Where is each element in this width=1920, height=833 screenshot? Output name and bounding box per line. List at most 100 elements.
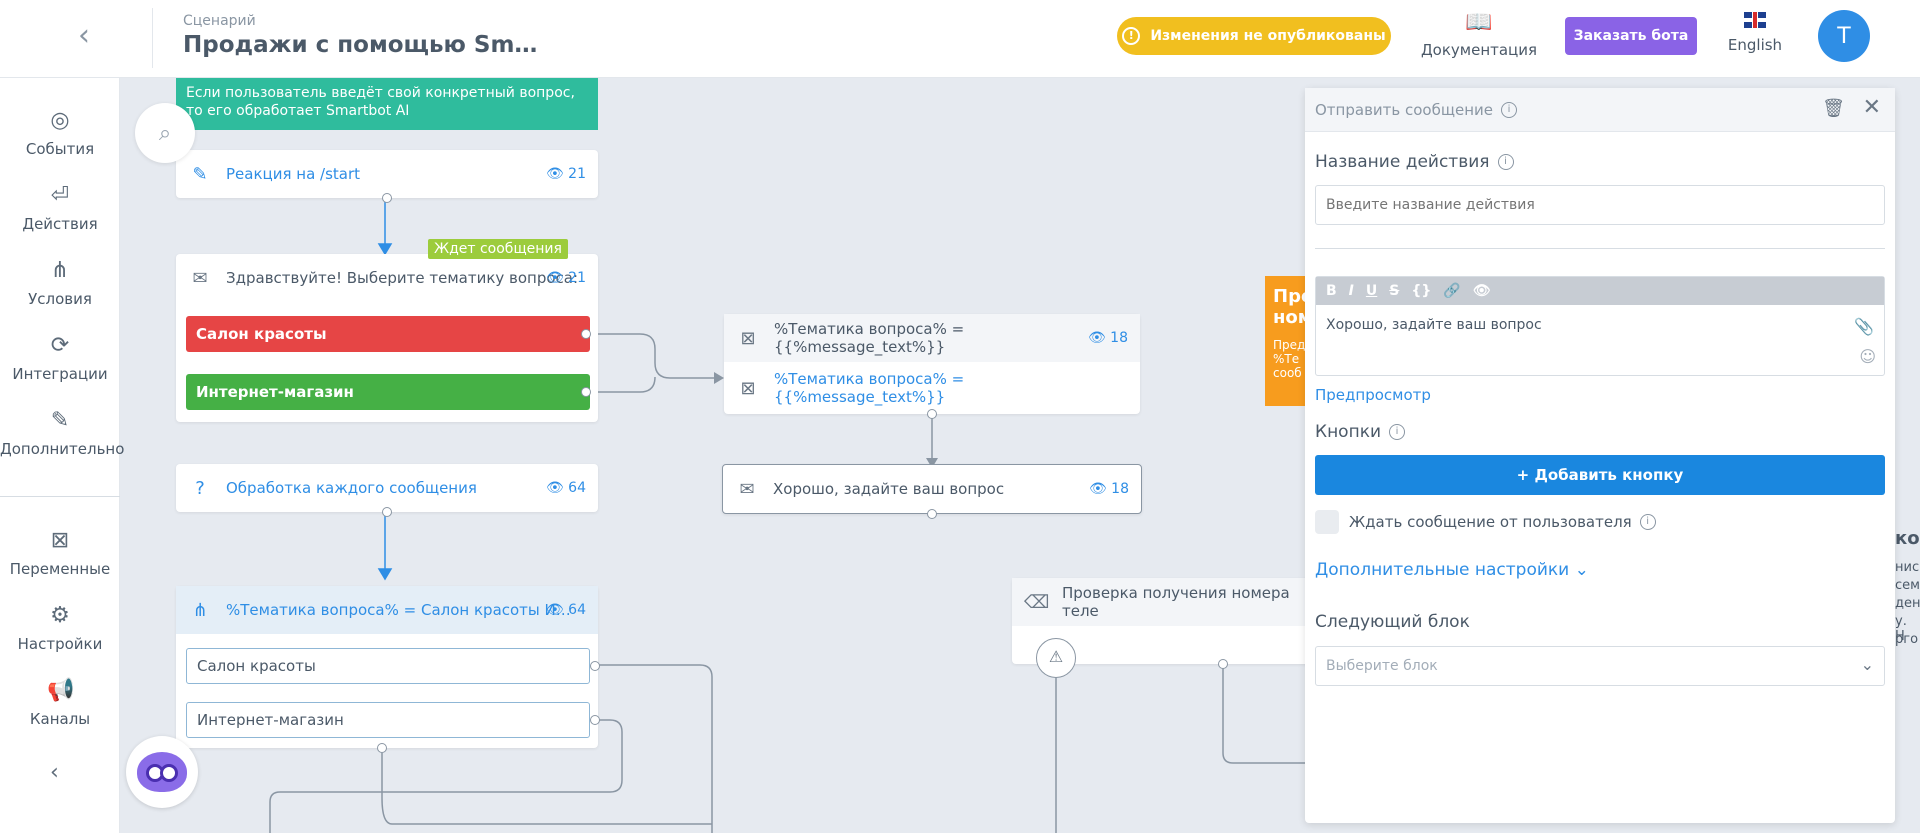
bold-icon[interactable]: B [1326, 283, 1337, 299]
language-label: English [1727, 36, 1783, 54]
sidebar-item-label: Переменные [9, 560, 111, 578]
strikethrough-icon[interactable]: S [1389, 283, 1399, 299]
option-button[interactable]: Интернет-магазин [186, 374, 590, 410]
greeting-node[interactable]: ✉ Здравствуйте! Выберите тематику вопрос… [176, 254, 598, 422]
peek-text: сем [1895, 578, 1920, 593]
sidebar-item-additional[interactable]: ✎ Дополнительно [0, 408, 124, 458]
add-button-button[interactable]: + Добавить кнопку [1315, 455, 1885, 495]
integrations-icon: ⟳ [50, 333, 70, 358]
pencil-icon: ✎ [192, 163, 208, 185]
output-port[interactable] [581, 329, 591, 339]
close-icon[interactable]: ✕ [1863, 95, 1881, 120]
sidebar-item-label: Интеграции [12, 365, 108, 383]
start-node[interactable]: ✎ Реакция на /start 👁 21 [176, 150, 598, 203]
chevron-down-icon: ⌄ [1860, 655, 1874, 674]
condition-node[interactable]: ⋔ %Тематика вопроса% = Салон красоты И… … [176, 586, 600, 753]
output-port[interactable] [927, 409, 937, 419]
collapse-sidebar-icon[interactable]: ‹ [50, 760, 59, 785]
info-icon[interactable]: i [1639, 514, 1656, 530]
back-icon[interactable]: ‹ [78, 21, 106, 51]
italic-icon[interactable]: I [1349, 283, 1354, 299]
peek-text: дени [1895, 596, 1920, 611]
sidebar-item-actions[interactable]: ⏎ Действия [0, 183, 120, 233]
message-editor[interactable]: B I U S {} 🔗 👁 Хорошо, задайте ваш вопро… [1315, 276, 1885, 376]
action-name-input[interactable] [1315, 185, 1885, 225]
unpublished-notice[interactable]: ! Изменения не опубликованы [1117, 17, 1391, 55]
variable-node[interactable]: ⊠ %Тематика вопроса% = {{%message_text%}… [724, 314, 1140, 419]
trash-icon[interactable]: 🗑 [1822, 98, 1845, 119]
output-port[interactable] [590, 715, 600, 725]
preview-link[interactable]: Предпросмотр [1315, 386, 1431, 404]
advanced-settings-link[interactable]: Дополнительные настройки ⌄ [1315, 560, 1589, 580]
output-port[interactable] [377, 743, 387, 753]
page-title[interactable]: Продажи с помощью Sm… [183, 32, 537, 58]
action-icon: ⏎ [50, 183, 70, 208]
sidebar-item-conditions[interactable]: ⋔ Условия [0, 258, 120, 308]
sidebar-item-integrations[interactable]: ⟳ Интеграции [0, 333, 120, 383]
divider [1315, 248, 1885, 249]
node-row: ⊠ %Тематика вопроса% = {{%message_text%}… [724, 364, 1140, 412]
peek-text: ко [1895, 528, 1920, 549]
underline-icon[interactable]: U [1366, 283, 1377, 299]
view-count: 👁 21 [545, 166, 586, 182]
sidebar-item-events[interactable]: ◎ События [0, 108, 120, 158]
info-icon[interactable]: i [1501, 101, 1517, 118]
language-switch[interactable]: English [1720, 12, 1790, 54]
search-icon[interactable]: ⌕ [135, 103, 195, 163]
assistant-robot-icon[interactable] [126, 736, 198, 808]
sidebar-item-settings[interactable]: ⚙ Настройки [0, 603, 120, 653]
docs-link[interactable]: 📖 Документация [1420, 10, 1538, 59]
view-count: 👁 64 [545, 480, 586, 496]
node-title: Здравствуйте! Выберите тематику вопроса: [226, 269, 579, 287]
next-block-select[interactable]: Выберите блок ⌄ [1315, 646, 1885, 686]
sidebar-item-channels[interactable]: 📢 Каналы [0, 678, 120, 728]
output-port[interactable] [581, 387, 591, 397]
output-port[interactable] [382, 507, 392, 517]
book-icon: 📖 [1465, 10, 1493, 35]
condition-option[interactable]: Интернет-магазин [186, 702, 590, 738]
divider [152, 8, 153, 68]
condition-option[interactable]: Салон красоты [186, 648, 590, 684]
view-count: 👁 21 [545, 270, 586, 286]
node-header: ⋔ %Тематика вопроса% = Салон красоты И… [176, 586, 598, 634]
phone-check-node[interactable]: ⌫ Проверка получения номера теле ⚠ [1012, 578, 1312, 678]
node-row-text: %Тематика вопроса% = {{%message_text%}} [773, 370, 965, 406]
info-icon[interactable]: i [1389, 424, 1406, 440]
peek-text: рго [1895, 632, 1919, 647]
view-count: 👁 18 [1087, 330, 1128, 346]
each-message-node[interactable]: ? Обработка каждого сообщения 👁 64 [176, 464, 598, 517]
reply-node[interactable]: ✉ Хорошо, задайте ваш вопрос 👁 18 [722, 464, 1142, 519]
sidebar-item-label: Каналы [29, 710, 91, 728]
emoji-icon[interactable]: ☺ [1859, 347, 1876, 366]
option-button[interactable]: Салон красоты [186, 316, 590, 352]
alert-triangle-icon[interactable]: ⚠ [1036, 638, 1076, 678]
sidebar-divider [0, 496, 120, 497]
node-title: Хорошо, задайте ваш вопрос [773, 480, 1005, 498]
eraser-icon: ⌫ [1024, 591, 1050, 613]
link-icon[interactable]: 🔗 [1443, 283, 1460, 299]
info-icon[interactable]: i [1497, 154, 1514, 170]
output-port[interactable] [1218, 659, 1228, 669]
sticky-note[interactable]: Если пользователь введёт свой конкретный… [176, 78, 598, 130]
next-block-label: Следующий блок [1315, 612, 1470, 632]
node-title: Реакция на /start [226, 165, 361, 183]
wait-badge: Ждет сообщения [428, 239, 568, 259]
conditions-icon: ⋔ [192, 599, 208, 621]
send-message-panel: Отправить сообщение i 🗑 ✕ Название дейст… [1305, 88, 1895, 823]
output-port[interactable] [382, 193, 392, 203]
message-text[interactable]: Хорошо, задайте ваш вопрос [1316, 305, 1884, 345]
sidebar-item-label: Действия [22, 215, 98, 233]
avatar[interactable]: T [1818, 10, 1870, 62]
question-icon: ? [195, 477, 205, 499]
sidebar-item-label: Настройки [17, 635, 103, 653]
order-bot-button[interactable]: Заказать бота [1565, 17, 1697, 55]
eye-icon[interactable]: 👁 [1473, 283, 1491, 299]
code-icon[interactable]: {} [1411, 283, 1431, 299]
attachment-icon[interactable]: 📎 [1854, 317, 1874, 336]
output-port[interactable] [927, 509, 937, 519]
sidebar-item-label: Дополнительно [0, 440, 125, 458]
edit-icon: ✎ [50, 408, 70, 433]
wait-message-checkbox[interactable] [1315, 510, 1339, 534]
output-port[interactable] [590, 661, 600, 671]
sidebar-item-variables[interactable]: ⊠ Переменные [0, 528, 120, 578]
